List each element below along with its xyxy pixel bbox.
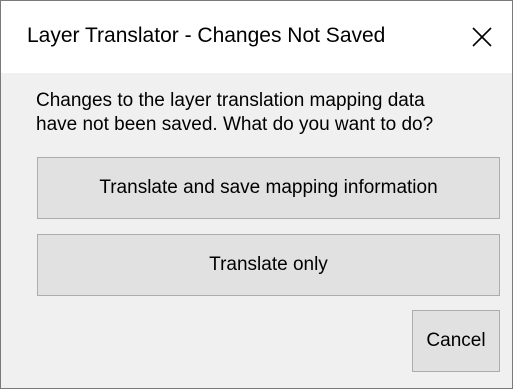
translate-only-label: Translate only	[209, 254, 328, 275]
translate-and-save-button[interactable]: Translate and save mapping information	[37, 157, 500, 219]
translate-only-button[interactable]: Translate only	[37, 234, 500, 296]
close-button[interactable]	[452, 1, 512, 73]
close-icon	[472, 27, 492, 47]
cancel-button[interactable]: Cancel	[412, 310, 500, 372]
translate-and-save-label: Translate and save mapping information	[99, 177, 438, 198]
dialog-message: Changes to the layer translation mapping…	[36, 89, 506, 137]
title-bar: Layer Translator - Changes Not Saved	[1, 1, 512, 73]
cancel-label: Cancel	[426, 330, 486, 351]
message-line-2: have not been saved. What do you want to…	[36, 114, 434, 135]
dialog-title: Layer Translator - Changes Not Saved	[27, 24, 386, 47]
layer-translator-dialog: Layer Translator - Changes Not Saved Cha…	[0, 0, 513, 389]
message-line-1: Changes to the layer translation mapping…	[36, 90, 425, 111]
